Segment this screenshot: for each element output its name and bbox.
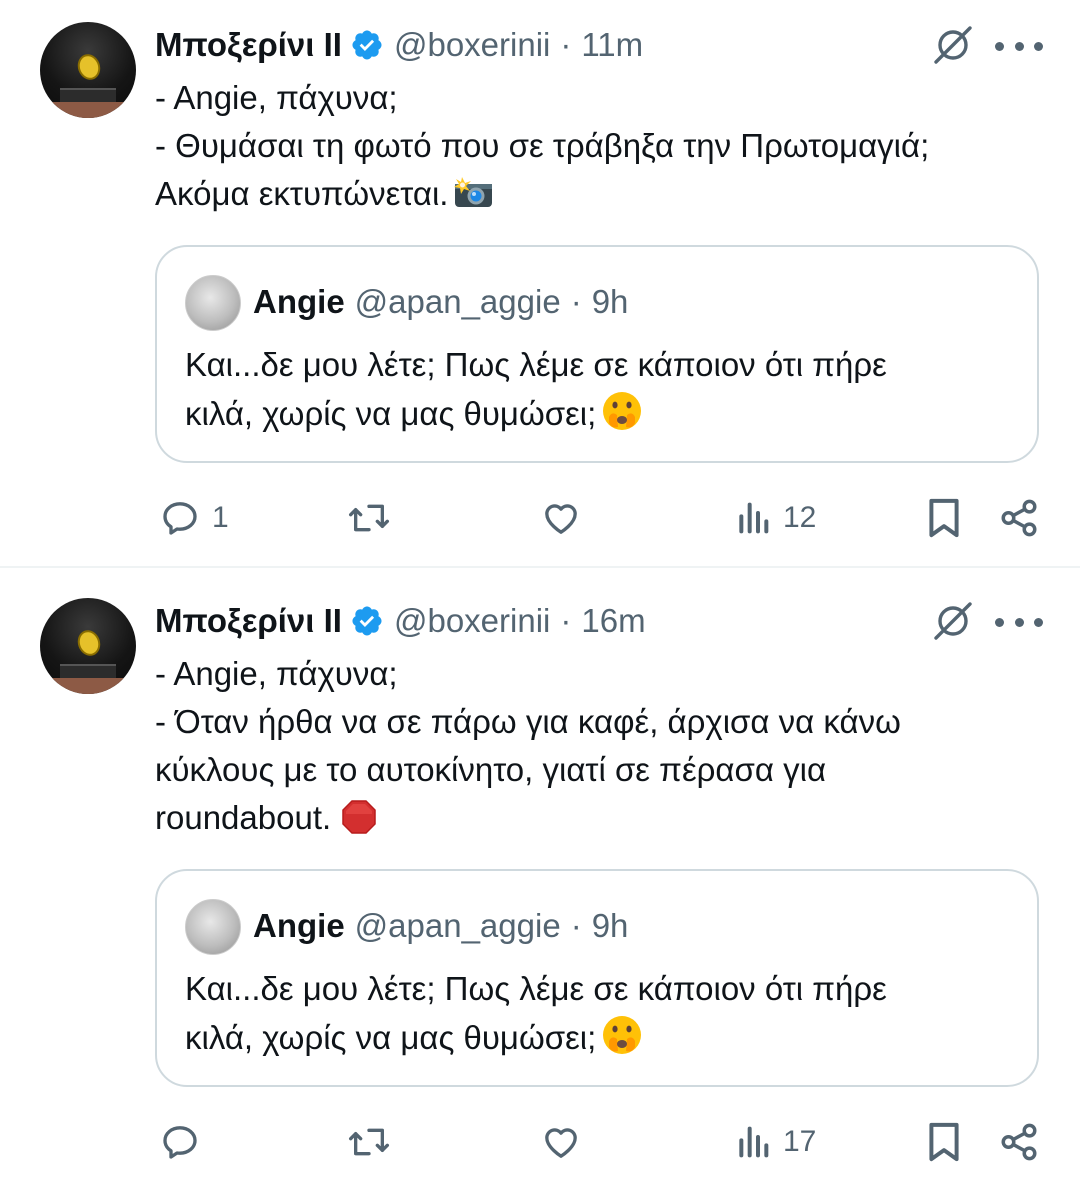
author-handle[interactable]: @boxerinii [394, 26, 550, 64]
stop-sign-emoji-icon [342, 800, 376, 834]
action-bar: 1 12 [0, 494, 1080, 544]
quote-header: Angie @apan_aggie · 9h [253, 903, 628, 949]
grok-icon[interactable] [930, 22, 976, 68]
views-count: 12 [783, 501, 817, 534]
face-with-hand-over-mouth-emoji-icon [603, 1016, 642, 1054]
quote-author-handle: @apan_aggie [354, 283, 561, 320]
quote-avatar[interactable] [185, 899, 241, 955]
reply-button[interactable] [160, 1122, 212, 1162]
like-icon [545, 504, 577, 534]
quote-text: Και...δε μου λέτε; Πως λέμε σε κάποιον ό… [185, 341, 1025, 438]
reply-icon [163, 502, 197, 535]
author-name[interactable]: Μποξερίνι ΙΙ [155, 26, 342, 64]
quote-line: κιλά, χωρίς να μας θυμώσει; [185, 1019, 597, 1056]
avatar[interactable] [40, 22, 136, 118]
quote-line: Και...δε μου λέτε; Πως λέμε σε κάποιον ό… [185, 970, 887, 1007]
retweet-icon [348, 1128, 389, 1156]
verified-badge-icon [352, 30, 382, 60]
verified-badge-icon [352, 606, 382, 636]
timestamp[interactable]: 11m [581, 26, 643, 64]
tweet[interactable]: Μποξερίνι ΙΙ @boxerinii · 16m - Angie, π… [0, 572, 1080, 1181]
tweet-header: Μποξερίνι ΙΙ @boxerinii · 11m [155, 20, 643, 70]
bookmark-button[interactable] [926, 496, 962, 540]
quote-line: κιλά, χωρίς να μας θυμώσει; [185, 395, 597, 432]
retweet-button[interactable] [347, 498, 391, 538]
quote-avatar[interactable] [185, 275, 241, 331]
more-icon[interactable] [995, 36, 1043, 56]
separator: · [560, 602, 572, 639]
separator: · [570, 283, 582, 320]
quote-header: Angie @apan_aggie · 9h [253, 279, 628, 325]
tweet-text: - Angie, πάχυνα; - Όταν ήρθα να σε πάρω … [155, 650, 1035, 842]
like-button[interactable] [540, 498, 582, 538]
tweet-line: - Angie, πάχυνα; [155, 655, 398, 692]
like-icon [545, 1128, 577, 1158]
timestamp[interactable]: 16m [581, 602, 645, 640]
bookmark-button[interactable] [926, 1120, 962, 1164]
views-icon [739, 502, 769, 534]
share-button[interactable] [998, 1120, 1040, 1164]
face-with-hand-over-mouth-emoji-icon [603, 392, 642, 430]
tweet-line: - Angie, πάχυνα; [155, 79, 398, 116]
quoted-tweet[interactable]: Angie @apan_aggie · 9h Και...δε μου λέτε… [155, 869, 1039, 1087]
grok-icon[interactable] [930, 598, 976, 644]
share-button[interactable] [998, 496, 1040, 540]
avatar[interactable] [40, 598, 136, 694]
retweet-icon [348, 504, 389, 532]
quote-text: Και...δε μου λέτε; Πως λέμε σε κάποιον ό… [185, 965, 1025, 1062]
reply-icon [163, 1126, 197, 1159]
more-icon[interactable] [995, 612, 1043, 632]
quote-timestamp: 9h [591, 907, 629, 944]
tweet-line: Ακόμα εκτυπώνεται. [155, 175, 449, 212]
quote-author-handle: @apan_aggie [354, 907, 561, 944]
views-count: 17 [783, 1125, 817, 1158]
tweet-line: roundabout. [155, 799, 332, 836]
bookmark-icon [929, 1122, 959, 1162]
tweet-text: - Angie, πάχυνα; - Θυμάσαι τη φωτό που σ… [155, 74, 1035, 218]
tweet-line: - Όταν ήρθα να σε πάρω για καφέ, άρχισα … [155, 703, 901, 740]
quote-timestamp: 9h [591, 283, 629, 320]
tweet-line: κύκλους με το αυτοκίνητο, γιατί σε πέρασ… [155, 751, 827, 788]
author-name[interactable]: Μποξερίνι ΙΙ [155, 602, 342, 640]
reply-button[interactable]: 1 [160, 498, 229, 538]
bookmark-icon [929, 498, 959, 538]
author-handle[interactable]: @boxerinii [394, 602, 550, 640]
views-button[interactable]: 17 [735, 1122, 816, 1162]
separator: · [560, 26, 572, 63]
views-button[interactable]: 12 [735, 498, 816, 538]
tweet-divider [0, 566, 1080, 568]
quote-line: Και...δε μου λέτε; Πως λέμε σε κάποιον ό… [185, 346, 887, 383]
camera-flash-emoji-icon [454, 177, 493, 207]
action-bar: 17 [0, 1118, 1080, 1168]
reply-count: 1 [212, 501, 229, 534]
tweet-header: Μποξερίνι ΙΙ @boxerinii · 16m [155, 596, 646, 646]
separator: · [570, 907, 582, 944]
share-icon [1001, 1123, 1037, 1161]
tweet-line: - Θυμάσαι τη φωτό που σε τράβηξα την Πρω… [155, 127, 930, 164]
retweet-button[interactable] [347, 1122, 391, 1162]
quoted-tweet[interactable]: Angie @apan_aggie · 9h Και...δε μου λέτε… [155, 245, 1039, 463]
quote-author-name: Angie [253, 283, 345, 320]
share-icon [1001, 499, 1037, 537]
like-button[interactable] [540, 1122, 582, 1162]
tweet[interactable]: Μποξερίνι ΙΙ @boxerinii · 11m - Angie, π… [0, 0, 1080, 566]
quote-author-name: Angie [253, 907, 345, 944]
views-icon [739, 1126, 769, 1158]
